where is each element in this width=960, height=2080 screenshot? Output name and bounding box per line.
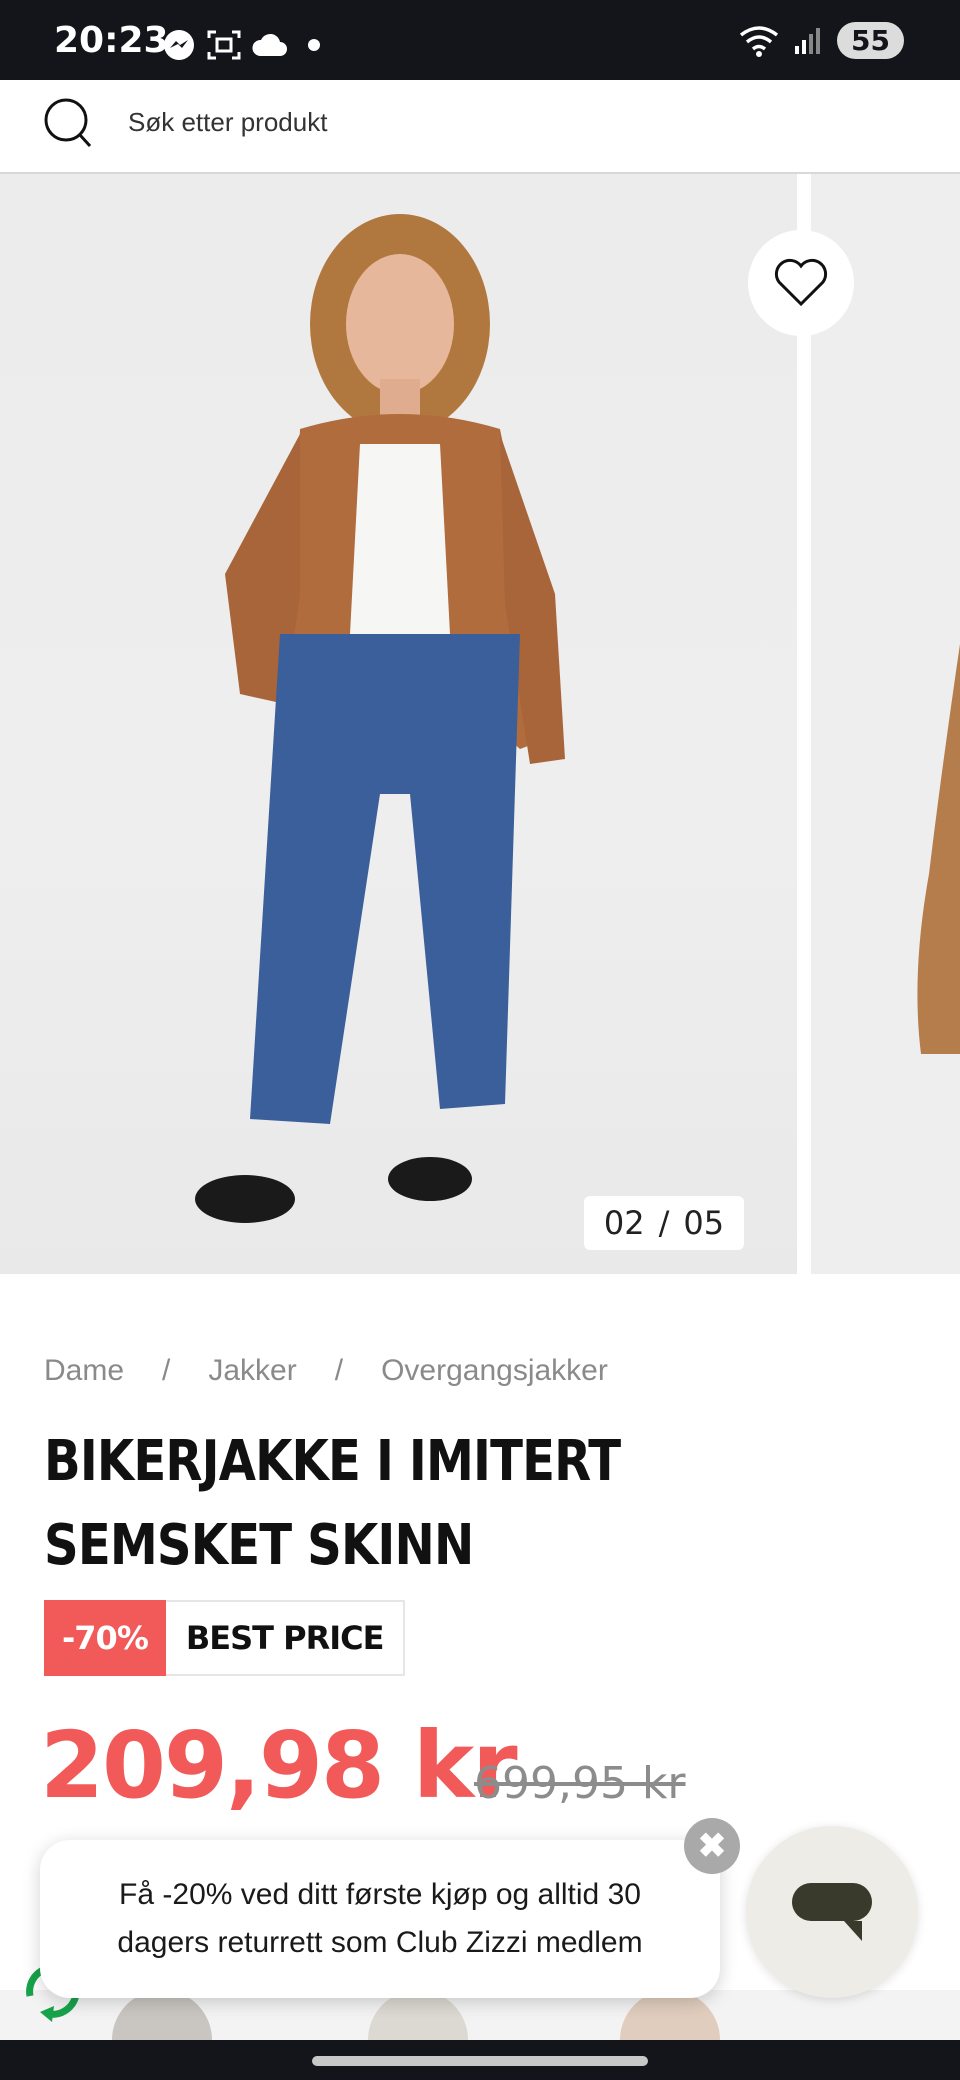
system-icons: 55 [739, 22, 904, 59]
product-photo[interactable] [0, 174, 797, 1274]
dot-icon [308, 39, 320, 51]
close-icon[interactable]: ✖ [684, 1818, 740, 1874]
image-counter-total: 05 [683, 1204, 725, 1242]
search-bar[interactable]: Søk etter produkt [0, 80, 960, 174]
wifi-icon [739, 25, 779, 57]
search-input[interactable]: Søk etter produkt [128, 107, 327, 138]
status-bar: 20:23 55 [0, 0, 960, 80]
heart-icon [774, 258, 828, 307]
clock: 20:23 [54, 20, 169, 61]
signal-icon [795, 27, 821, 54]
next-product-photo[interactable] [811, 174, 960, 1274]
promo-text: Få -20% ved ditt første kjøp og alltid 3… [117, 1878, 643, 1959]
breadcrumb-item-jakker[interactable]: Jakker [208, 1354, 296, 1388]
best-price-badge: BEST PRICE [165, 1600, 406, 1676]
search-icon[interactable] [40, 94, 100, 154]
model-illustration [195, 214, 565, 1223]
original-price: 699,95 kr [474, 1758, 686, 1809]
product-image-gallery[interactable]: 02 / 05 [0, 174, 960, 1274]
product-title: BIKERJAKKE I IMITERT SEMSKET SKINN [44, 1429, 621, 1578]
image-counter-separator: / [658, 1204, 670, 1242]
image-counter: 02 / 05 [584, 1196, 744, 1250]
chat-bubble-icon [792, 1883, 872, 1941]
image-counter-current: 02 [603, 1204, 645, 1242]
cloud-icon [252, 33, 287, 56]
discount-badge: -70% [44, 1600, 166, 1676]
current-price: 209,98 kr [40, 1712, 518, 1819]
price-badges: -70% BEST PRICE [44, 1600, 406, 1676]
breadcrumb-item-overgangsjakker[interactable]: Overgangsjakker [381, 1354, 608, 1388]
breadcrumb-separator: / [162, 1354, 171, 1387]
screenshot-icon [207, 30, 241, 60]
breadcrumb-separator: / [334, 1354, 344, 1387]
club-promo-banner[interactable]: Få -20% ved ditt første kjøp og alltid 3… [40, 1840, 720, 1998]
next-photo-illustration [917, 644, 960, 1054]
breadcrumb-item-dame[interactable]: Dame [44, 1354, 124, 1388]
chat-button[interactable] [746, 1826, 918, 1998]
favorite-button[interactable] [748, 230, 854, 336]
messenger-icon [164, 30, 194, 60]
battery-indicator: 55 [837, 22, 904, 59]
home-indicator[interactable] [312, 2056, 648, 2066]
notification-icons [162, 28, 324, 62]
breadcrumb: Dame / Jakker / Overgangsjakker [44, 1354, 608, 1388]
